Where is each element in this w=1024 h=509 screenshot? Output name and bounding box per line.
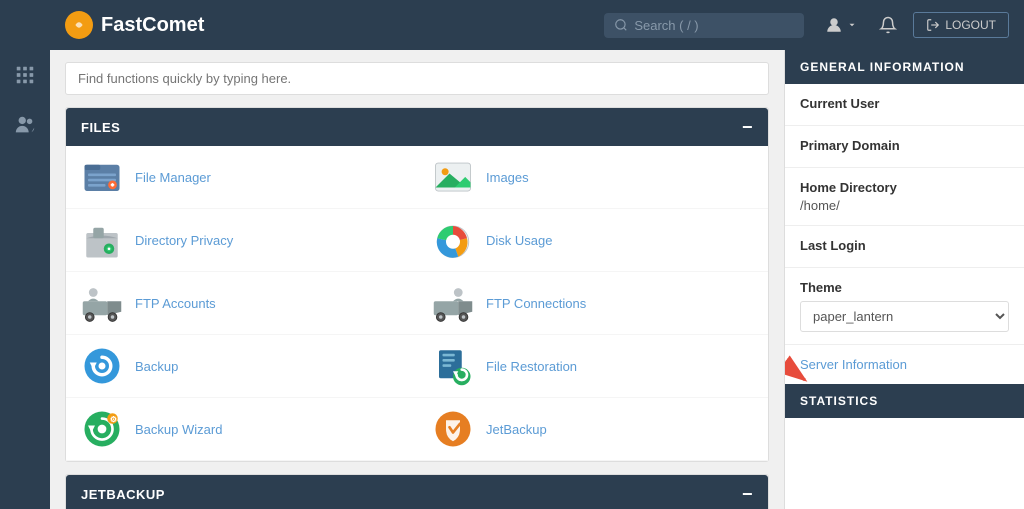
backup-item[interactable]: Backup [66, 335, 417, 398]
search-input[interactable] [634, 18, 794, 33]
files-section-body: File Manager [66, 146, 768, 461]
user-icon [825, 16, 843, 34]
search-icon [614, 18, 628, 32]
jetbackup-section-header: JETBACKUP − [66, 475, 768, 509]
ftp-accounts-icon [81, 282, 123, 324]
disk-usage-label: Disk Usage [486, 233, 552, 248]
body-row: FILES − [50, 50, 1024, 509]
last-login-row: Last Login [785, 226, 1024, 268]
backup-wizard-icon: ⚙ [81, 408, 123, 450]
theme-label: Theme [800, 280, 1009, 295]
backup-icon [81, 345, 123, 387]
primary-domain-row: Primary Domain [785, 126, 1024, 168]
chevron-down-icon [847, 20, 857, 30]
file-restoration-label: File Restoration [486, 359, 577, 374]
sidebar-logo-area [0, 0, 50, 50]
file-restoration-icon [432, 345, 474, 387]
header-search-box[interactable] [604, 13, 804, 38]
left-sidebar [0, 0, 50, 509]
backup-wizard-item[interactable]: ⚙ Backup Wizard [66, 398, 417, 461]
file-restoration-item[interactable]: File Restoration [417, 335, 768, 398]
files-section: FILES − [65, 107, 769, 462]
general-info-header: GENERAL INFORMATION [785, 50, 1024, 84]
dir-privacy-icon [81, 219, 123, 261]
images-item[interactable]: Images [417, 146, 768, 209]
home-directory-label: Home Directory [800, 180, 1009, 195]
primary-domain-label: Primary Domain [800, 138, 1009, 153]
header-logo: FastComet [65, 11, 604, 39]
theme-select[interactable]: paper_lantern [800, 301, 1009, 332]
jetbackup-collapse-button[interactable]: − [742, 485, 753, 503]
content-area: FILES − [50, 50, 784, 509]
server-information-link[interactable]: Server Information [785, 345, 1024, 384]
files-section-header: FILES − [66, 108, 768, 146]
sidebar-grid-icon[interactable] [0, 50, 50, 100]
server-info-container: Server Information [785, 345, 1024, 384]
file-manager-icon [81, 156, 123, 198]
logout-label: LOGOUT [945, 18, 996, 32]
home-directory-value: /home/ [800, 198, 840, 213]
backup-label: Backup [135, 359, 178, 374]
files-collapse-button[interactable]: − [742, 118, 753, 136]
ftp-accounts-item[interactable]: FTP Accounts [66, 272, 417, 335]
last-login-label: Last Login [800, 238, 1009, 253]
ftp-accounts-label: FTP Accounts [135, 296, 216, 311]
file-manager-label: File Manager [135, 170, 211, 185]
quick-find-input[interactable] [65, 62, 769, 95]
files-grid: File Manager [66, 146, 768, 461]
header-icons: LOGOUT [819, 12, 1009, 38]
current-user-label: Current User [800, 96, 1009, 111]
theme-row: Theme paper_lantern [785, 268, 1024, 345]
images-label: Images [486, 170, 529, 185]
images-icon [432, 156, 474, 198]
logo-text: FastComet [101, 14, 204, 37]
directory-privacy-item[interactable]: Directory Privacy [66, 209, 417, 272]
home-directory-row: Home Directory /home/ [785, 168, 1024, 226]
current-user-row: Current User [785, 84, 1024, 126]
header: FastComet [50, 0, 1024, 50]
ftp-connections-icon [432, 282, 474, 324]
disk-usage-item[interactable]: Disk Usage [417, 209, 768, 272]
svg-text:⚙: ⚙ [110, 415, 117, 424]
ftp-connections-label: FTP Connections [486, 296, 586, 311]
jetbackup-label: JetBackup [486, 422, 547, 437]
file-manager-item[interactable]: File Manager [66, 146, 417, 209]
statistics-header: STATISTICS [785, 384, 1024, 418]
notification-button[interactable] [873, 12, 903, 38]
jetbackup-section: JETBACKUP − [65, 474, 769, 509]
general-info-title: GENERAL INFORMATION [800, 60, 965, 74]
logout-button[interactable]: LOGOUT [913, 12, 1009, 38]
logo-circle [65, 11, 93, 39]
ftp-connections-item[interactable]: FTP Connections [417, 272, 768, 335]
right-sidebar: GENERAL INFORMATION Current User Primary… [784, 50, 1024, 509]
main-wrapper: FastComet [50, 0, 1024, 509]
user-menu-button[interactable] [819, 12, 863, 38]
disk-usage-icon [432, 219, 474, 261]
files-section-title: FILES [81, 120, 120, 135]
jetbackup-section-title: JETBACKUP [81, 487, 165, 502]
directory-privacy-label: Directory Privacy [135, 233, 233, 248]
backup-wizard-label: Backup Wizard [135, 422, 222, 437]
logout-icon [926, 18, 940, 32]
sidebar-users-icon[interactable] [0, 100, 50, 150]
statistics-title: STATISTICS [800, 394, 878, 408]
bell-icon [879, 16, 897, 34]
jetbackup-item[interactable]: JetBackup [417, 398, 768, 461]
jetbackup-icon [432, 408, 474, 450]
